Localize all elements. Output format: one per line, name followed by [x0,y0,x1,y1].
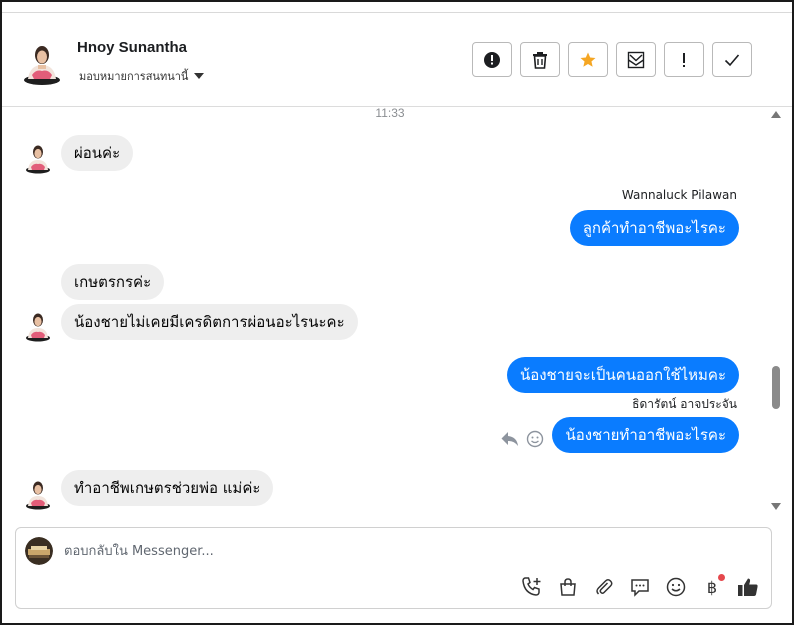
reply-icon[interactable] [500,430,520,448]
mark-unread-button[interactable] [616,42,656,77]
paperclip-icon [596,579,613,595]
composer-toolbar: ฿ [519,574,761,600]
outgoing-message[interactable]: ลูกค้าทำอาชีพอะไรคะ [569,210,739,246]
react-emoji-icon[interactable] [526,430,544,448]
reply-composer: ฿ [15,527,772,609]
attach-button[interactable] [591,574,617,600]
notification-dot [718,574,725,581]
incoming-message[interactable]: น้องชายไม่เคยมีเครดิตการผ่อนอะไรนะคะ [61,304,358,340]
mark-done-button[interactable] [712,42,752,77]
conversation-header: Hnoy Sunantha มอบหมายการสนทนานี้ [2,13,792,107]
message-timestamp: 11:33 [375,106,405,120]
checkmark-icon [724,53,740,66]
call-button[interactable] [519,574,545,600]
sender-name: Wannaluck Pilawan [621,188,737,202]
caret-down-icon [194,73,205,79]
contact-name: Hnoy Sunantha [77,39,188,56]
baht-payment-icon: ฿ [706,577,718,597]
message-hover-tools [500,430,544,448]
message-template-icon [631,579,649,597]
sender-name: ธิดารัตน์ อาจประจัน [632,397,737,411]
contact-avatar-small [26,313,50,342]
send-like-button[interactable] [735,574,761,600]
exclamation-icon [683,52,685,67]
incoming-message[interactable]: ผ่อนค่ะ [61,135,134,171]
assign-label: มอบหมายการสนทนานี้ [79,71,189,83]
incoming-message[interactable]: ทำอาชีพเกษตรช่วยพ่อ แม่ค่ะ [61,470,274,506]
scroll-up-arrow[interactable] [771,111,781,118]
payment-button[interactable]: ฿ [699,574,725,600]
contact-avatar[interactable] [22,35,62,85]
alert-circle-icon [484,51,500,68]
assign-conversation-dropdown[interactable]: มอบหมายการสนทนานี้ [79,67,205,85]
emoji-icon [666,577,686,597]
saved-replies-button[interactable] [627,574,653,600]
mark-spam-button[interactable] [472,42,512,77]
outgoing-message[interactable]: น้องชายทำอาชีพอะไรคะ [552,417,739,453]
thumbs-up-icon [738,578,758,596]
phone-plus-icon [522,577,541,596]
reply-input[interactable] [64,540,504,562]
star-icon [580,52,596,67]
trash-icon [533,51,547,69]
scrollbar-thumb[interactable] [772,366,780,409]
outgoing-message[interactable]: น้องชายจะเป็นคนออกใช้ไหมคะ [506,357,739,393]
scroll-down-arrow[interactable] [771,503,781,510]
page-avatar [25,537,53,565]
contact-avatar-small [26,145,50,174]
emoji-button[interactable] [663,574,689,600]
mark-unread-icon [627,51,645,68]
delete-button[interactable] [520,42,560,77]
shop-button[interactable] [555,574,581,600]
follow-up-button[interactable] [664,42,704,77]
star-button[interactable] [568,42,608,77]
incoming-message[interactable]: เกษตรกรค่ะ [61,264,165,300]
contact-avatar-small [26,481,50,510]
shopping-bag-icon [560,578,576,596]
header-actions [472,42,752,77]
